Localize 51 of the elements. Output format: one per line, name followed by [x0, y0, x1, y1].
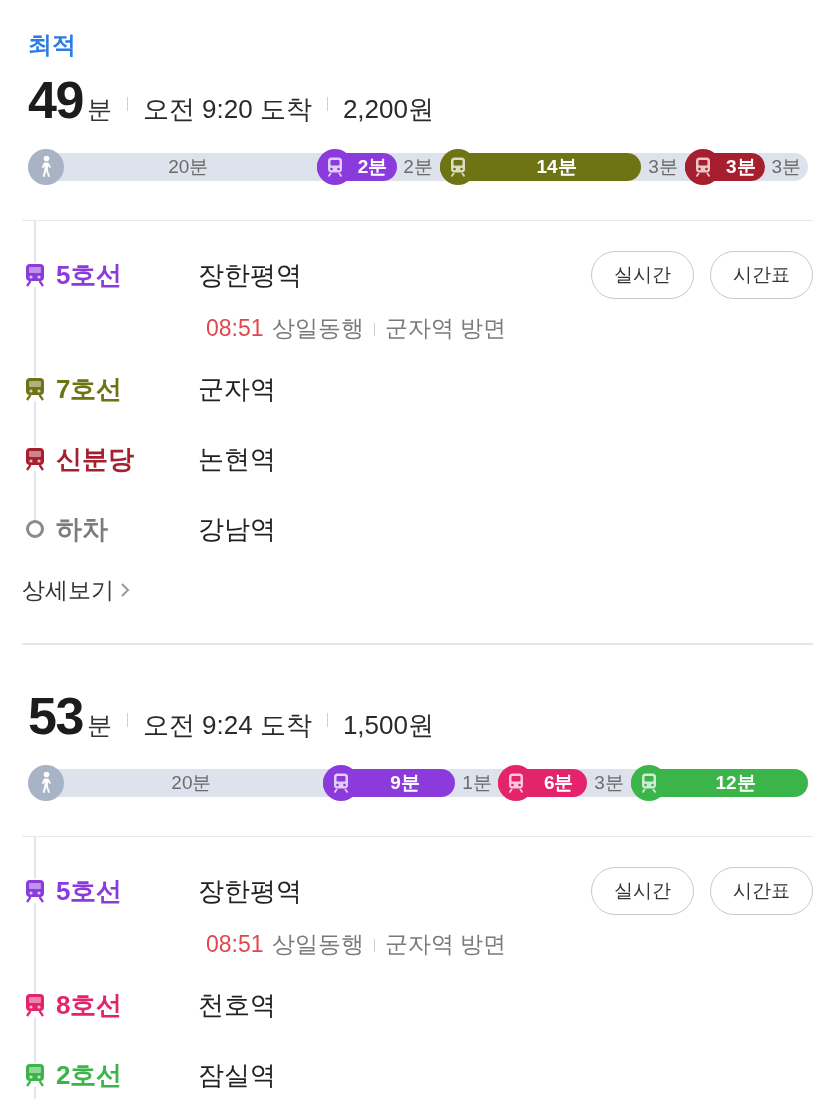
timetable-button[interactable]: 시간표 — [710, 867, 813, 915]
line-name: 5호선 — [56, 875, 123, 906]
duration-value: 49 — [28, 72, 83, 128]
line-name: 8호선 — [56, 989, 123, 1020]
departure-time: 08:51 — [206, 314, 264, 342]
line-name: 신분당 — [56, 443, 134, 474]
chevron-icon — [120, 582, 130, 598]
ride-time: 6분 — [543, 771, 574, 795]
fare-amount: 1,500원 — [342, 709, 434, 742]
line-name: 5호선 — [56, 259, 123, 290]
walking-person-icon — [28, 765, 64, 801]
arrival-time: 오전 9:20 도착 — [142, 93, 312, 126]
station-name: 군자역 — [198, 372, 276, 406]
fare-amount: 2,200원 — [342, 93, 434, 126]
station-name: 천호역 — [198, 988, 276, 1022]
station-name: 강남역 — [198, 512, 276, 546]
train-direction: 상일동행 — [271, 929, 364, 959]
best-route-label: 최적 — [28, 30, 76, 60]
station-name: 잠실역 — [198, 1058, 276, 1092]
realtime-button[interactable]: 실시간 — [591, 251, 694, 299]
transfer-walk-time: 3분 — [771, 155, 802, 179]
duration-unit: 분 — [86, 94, 112, 125]
ride-time: 14분 — [536, 155, 577, 179]
ride-time: 12분 — [715, 771, 756, 795]
walk-time: 20분 — [168, 155, 209, 179]
details-link[interactable]: 상세보기 — [22, 575, 130, 605]
train-direction: 상일동행 — [271, 313, 364, 343]
station-name: 장한평역 — [198, 258, 302, 292]
station-name: 장한평역 — [198, 874, 302, 908]
direction-station: 군자역 방면 — [384, 313, 506, 343]
station-name: 논현역 — [198, 442, 276, 476]
departure-time: 08:51 — [206, 930, 264, 958]
duration-value: 53 — [28, 688, 83, 744]
transfer-walk-time: 3분 — [594, 771, 624, 795]
walk-time: 20분 — [171, 771, 212, 795]
timetable-button[interactable]: 시간표 — [710, 251, 813, 299]
line-name: 2호선 — [56, 1059, 123, 1090]
ring-icon — [25, 519, 45, 539]
ride-time: 3분 — [725, 155, 756, 179]
transfer-walk-time: 2분 — [403, 155, 433, 179]
direction-station: 군자역 방면 — [384, 929, 506, 959]
arrival-time: 오전 9:24 도착 — [142, 709, 312, 742]
transfer-walk-time: 1분 — [462, 771, 492, 795]
line-name: 하차 — [56, 513, 108, 544]
ride-time: 9분 — [390, 771, 420, 795]
walking-person-icon — [28, 149, 64, 185]
realtime-button[interactable]: 실시간 — [591, 867, 694, 915]
ride-time: 2분 — [357, 155, 388, 179]
transfer-walk-time: 3분 — [648, 155, 678, 179]
duration-unit: 분 — [86, 710, 112, 741]
line-name: 7호선 — [56, 373, 123, 404]
